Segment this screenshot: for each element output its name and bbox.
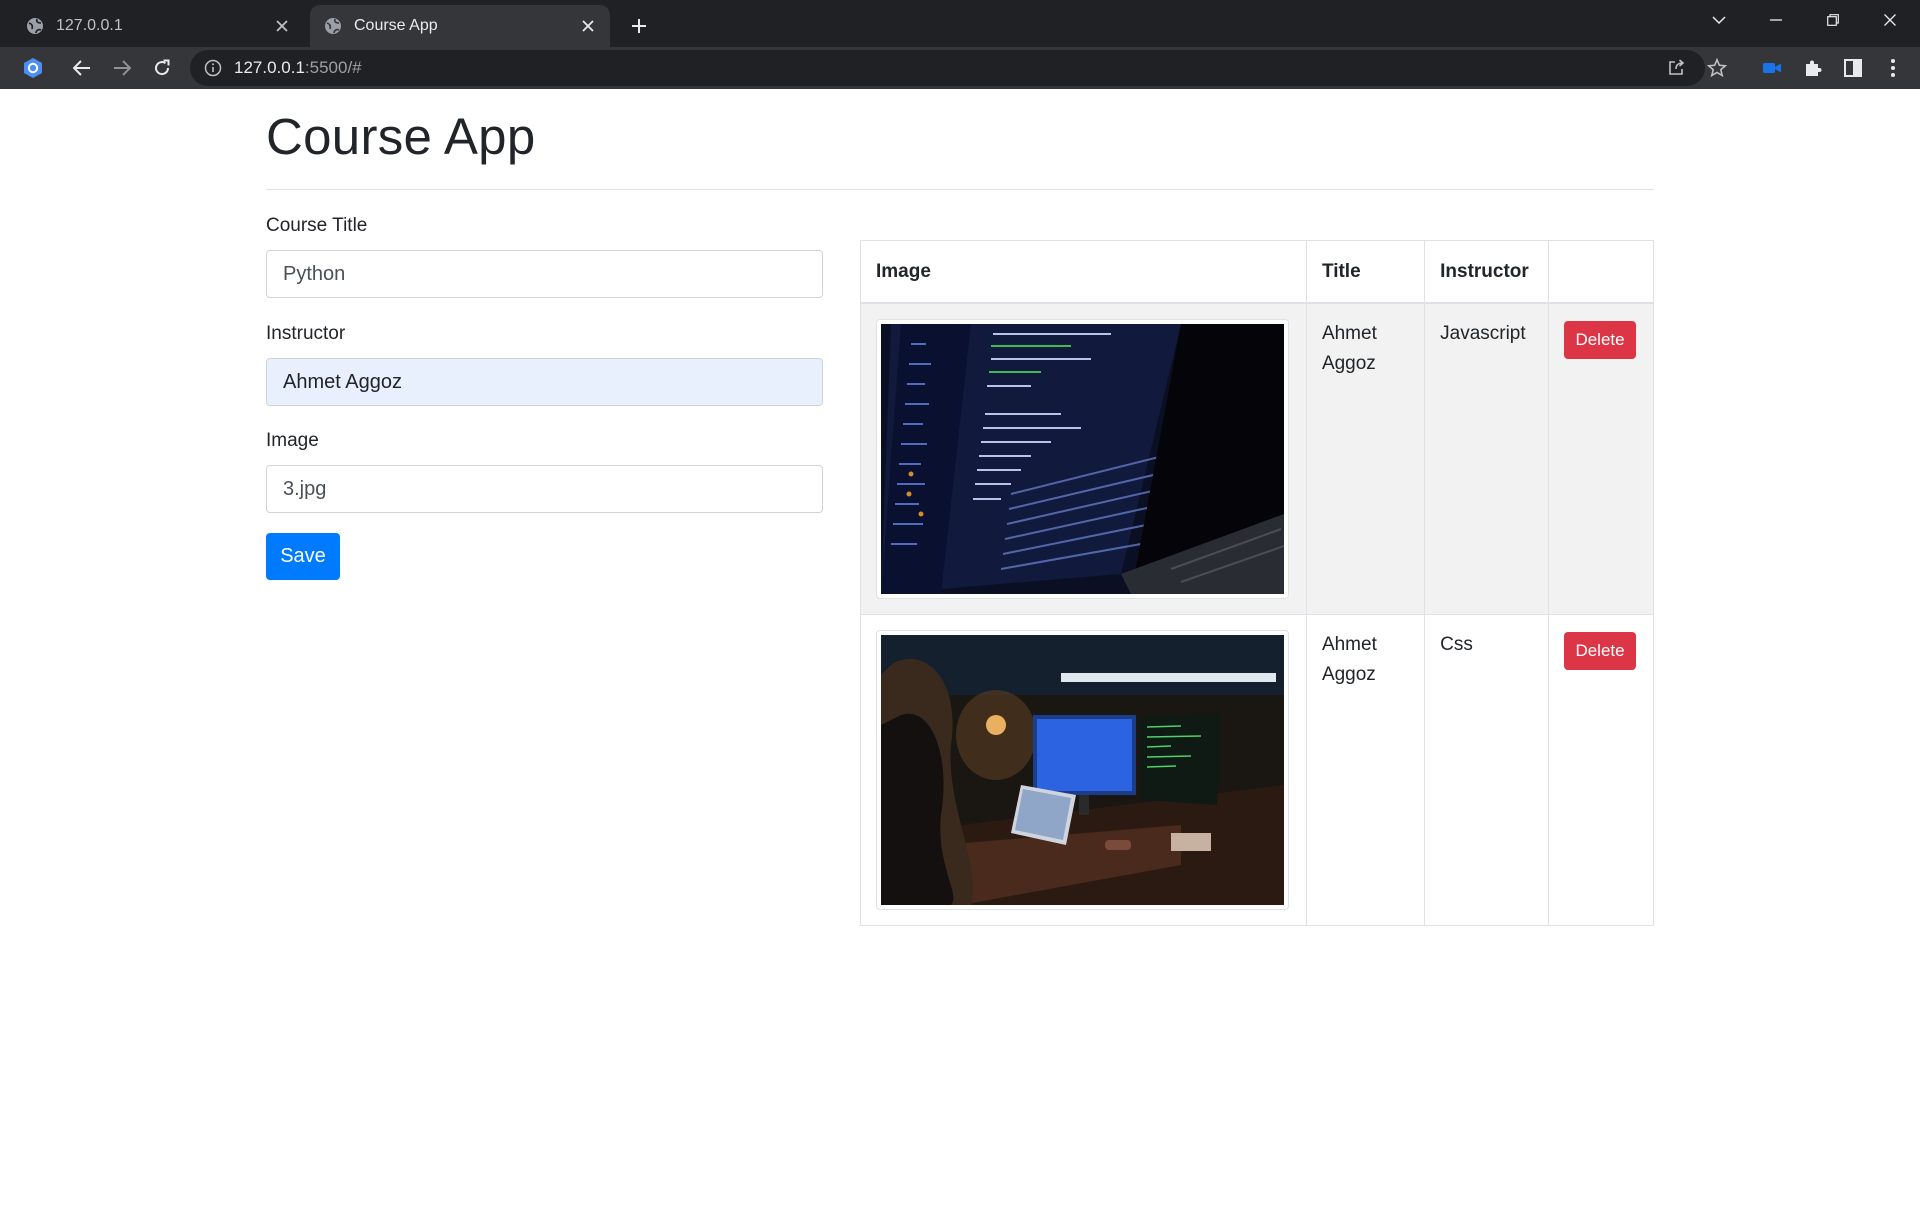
course-title-input[interactable] bbox=[266, 250, 823, 298]
browser-tab-2[interactable]: Course App bbox=[310, 5, 610, 47]
header-image: Image bbox=[860, 240, 1307, 304]
course-thumbnail-code bbox=[876, 318, 1289, 599]
url-text: 127.0.0.1:5500/# bbox=[234, 58, 362, 78]
desk-workstation-image bbox=[881, 634, 1284, 905]
tab-search-icon[interactable] bbox=[1691, 0, 1747, 40]
close-tab-icon[interactable] bbox=[268, 12, 296, 40]
restore-icon[interactable] bbox=[1805, 0, 1861, 40]
tab-title: 127.0.0.1 bbox=[56, 17, 123, 34]
delete-button[interactable]: Delete bbox=[1564, 631, 1637, 670]
table-header-row: Image Title Instructor bbox=[860, 240, 1654, 304]
image-label: Image bbox=[266, 430, 319, 451]
globe-icon bbox=[26, 17, 44, 35]
image-cell bbox=[860, 613, 1307, 926]
extensions-puzzle-icon[interactable] bbox=[1797, 52, 1829, 84]
table-row: Ahmet Aggoz Javascript Delete bbox=[860, 302, 1654, 615]
browser-tab-1[interactable]: 127.0.0.1 bbox=[12, 5, 304, 47]
share-icon[interactable] bbox=[1660, 52, 1692, 84]
actions-cell: Delete bbox=[1548, 613, 1654, 926]
courses-table: Image Title Instructor Ahmet Aggoz Javas… bbox=[860, 240, 1654, 926]
course-thumbnail-desk bbox=[876, 629, 1289, 910]
actions-cell: Delete bbox=[1548, 302, 1654, 615]
close-window-icon[interactable] bbox=[1862, 0, 1918, 40]
instructor-cell: Css bbox=[1424, 613, 1550, 926]
address-bar[interactable]: 127.0.0.1:5500/# bbox=[190, 50, 1727, 86]
globe-icon bbox=[324, 17, 342, 35]
side-panel-icon[interactable] bbox=[1837, 52, 1869, 84]
page-title: Course App bbox=[266, 108, 536, 165]
page-content: Course App Course Title Instructor Image… bbox=[0, 89, 1920, 1229]
close-tab-icon[interactable] bbox=[574, 12, 602, 40]
instructor-cell: Javascript bbox=[1424, 302, 1550, 615]
new-tab-icon[interactable] bbox=[622, 9, 656, 43]
reload-icon[interactable] bbox=[146, 52, 178, 84]
url-host: 127.0.0.1 bbox=[234, 58, 305, 77]
info-icon[interactable] bbox=[204, 59, 222, 77]
instructor-input[interactable] bbox=[266, 358, 823, 406]
browser-toolbar: 127.0.0.1:5500/# bbox=[0, 47, 1920, 89]
video-camera-icon[interactable] bbox=[1756, 52, 1788, 84]
image-cell bbox=[860, 302, 1307, 615]
forward-arrow-icon[interactable] bbox=[106, 52, 138, 84]
table-row: Ahmet Aggoz Css Delete bbox=[860, 613, 1654, 926]
course-title-label: Course Title bbox=[266, 215, 368, 236]
url-path: :5500/# bbox=[304, 58, 362, 77]
divider bbox=[266, 189, 1654, 190]
menu-dots-icon[interactable] bbox=[1877, 52, 1909, 84]
code-screen-image bbox=[881, 323, 1284, 594]
tab-title: Course App bbox=[354, 17, 438, 34]
delete-button[interactable]: Delete bbox=[1564, 320, 1637, 359]
image-input[interactable] bbox=[266, 465, 823, 513]
browser-tabstrip: 127.0.0.1 Course App bbox=[0, 0, 1920, 47]
save-button[interactable]: Save bbox=[266, 533, 340, 580]
back-arrow-icon[interactable] bbox=[66, 52, 98, 84]
header-instructor: Instructor bbox=[1424, 240, 1550, 304]
title-cell: Ahmet Aggoz bbox=[1305, 302, 1426, 615]
profile-extension-icon[interactable] bbox=[17, 52, 49, 84]
minimize-icon[interactable] bbox=[1748, 0, 1804, 40]
bookmark-star-icon[interactable] bbox=[1701, 52, 1733, 84]
instructor-label: Instructor bbox=[266, 323, 346, 344]
header-actions bbox=[1548, 240, 1654, 304]
title-cell: Ahmet Aggoz bbox=[1305, 613, 1426, 926]
header-title: Title bbox=[1305, 240, 1426, 304]
